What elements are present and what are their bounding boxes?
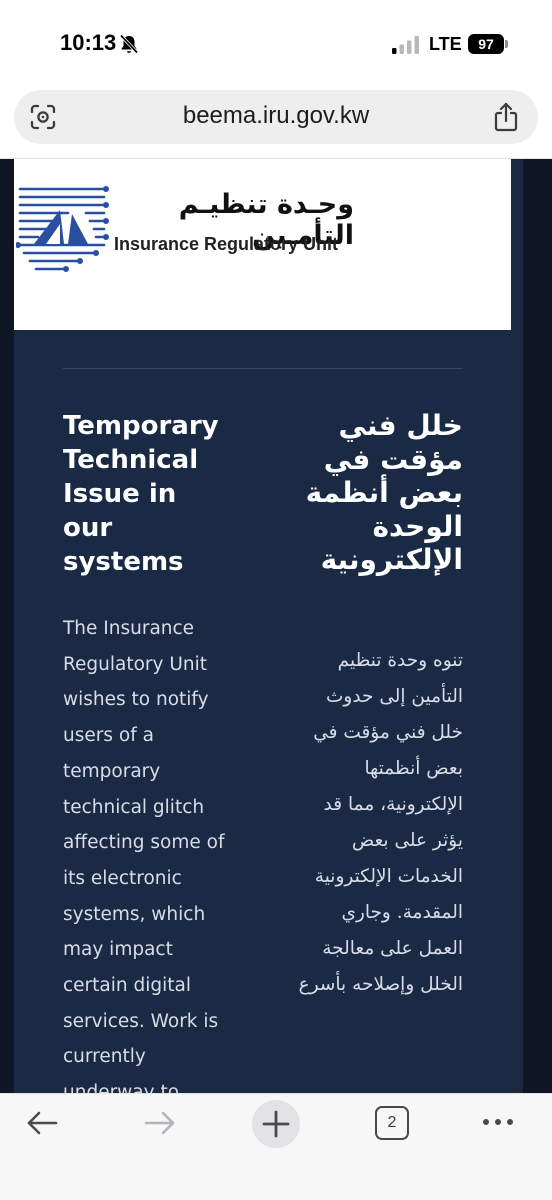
site-logo[interactable]: وحـدة تنظيـم التأمـين Insurance Regulato… bbox=[14, 159, 511, 330]
logo-english-name: Insurance Regulatory Unit bbox=[114, 234, 339, 254]
status-time: 10:13 bbox=[60, 30, 117, 55]
page-edge-right-inner bbox=[511, 159, 523, 1093]
notice-title-arabic: خلل فني مؤقت في بعض أنظمة الوحدة الإلكتر… bbox=[305, 409, 463, 576]
signal-icon bbox=[392, 36, 419, 54]
plus-icon bbox=[262, 1110, 290, 1138]
battery-indicator: 97 bbox=[468, 34, 504, 54]
back-arrow-icon[interactable] bbox=[24, 1105, 60, 1141]
web-page: وحـدة تنظيـم التأمـين Insurance Regulato… bbox=[0, 159, 552, 1093]
bell-muted-icon bbox=[119, 34, 139, 54]
share-icon[interactable] bbox=[493, 102, 519, 132]
more-dots-icon[interactable] bbox=[480, 1110, 516, 1134]
forward-arrow-icon[interactable] bbox=[142, 1105, 178, 1141]
notice-title-english: Temporary Technical Issue in our systems bbox=[63, 411, 219, 577]
new-tab-button[interactable] bbox=[252, 1100, 300, 1148]
battery-cap bbox=[505, 40, 508, 48]
url-text[interactable]: beema.iru.gov.kw bbox=[0, 102, 552, 130]
network-label: LTE bbox=[429, 34, 462, 54]
page-edge-left bbox=[0, 159, 14, 1093]
section-divider bbox=[63, 368, 463, 369]
iru-logo-icon bbox=[16, 186, 109, 272]
notice-body-english: The Insurance Regulatory Unit wishes to … bbox=[63, 618, 225, 1093]
notice-body-arabic: تنوه وحدة تنظيم التأمين إلى حدوث خلل فني… bbox=[298, 650, 463, 995]
tab-switcher-button[interactable]: 2 bbox=[375, 1106, 409, 1140]
